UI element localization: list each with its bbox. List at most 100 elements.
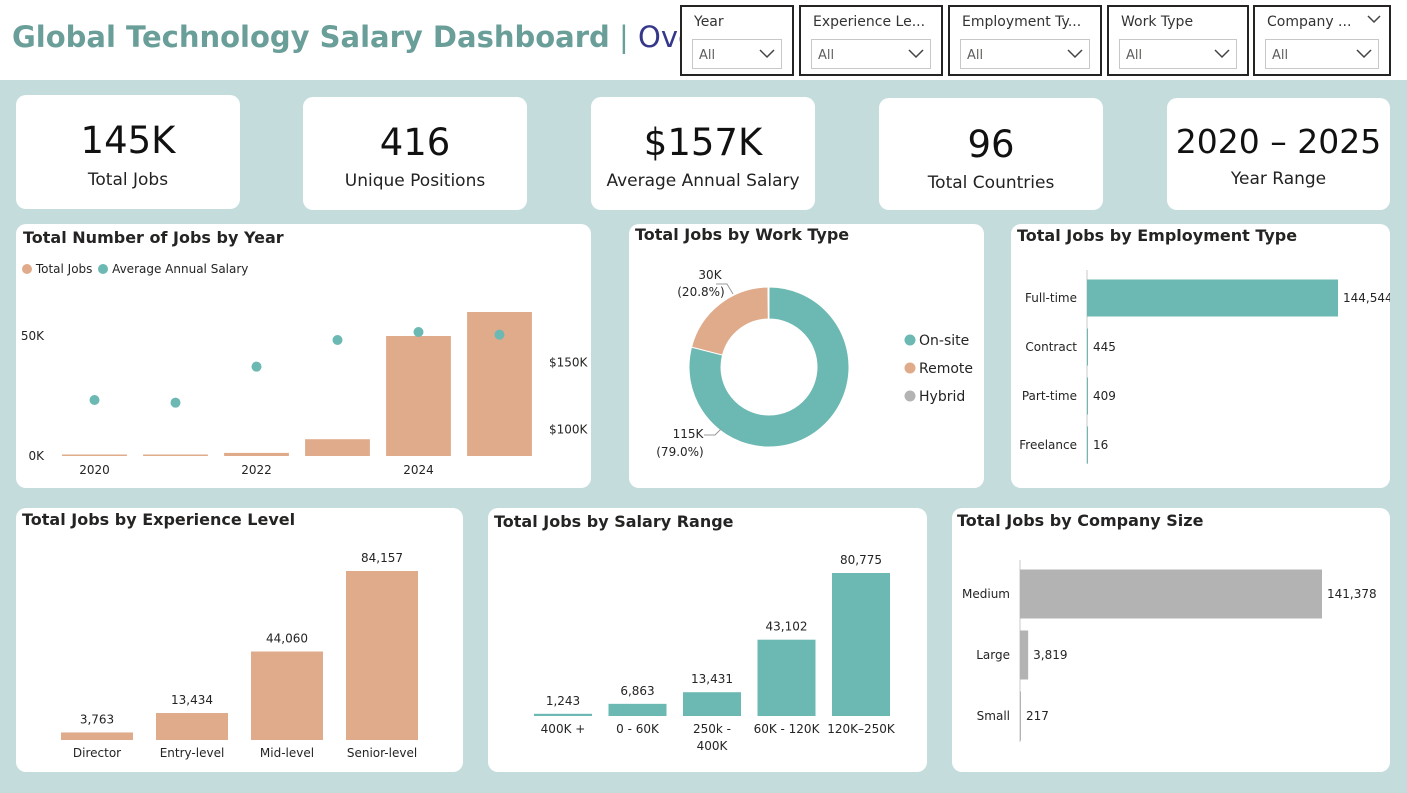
bar (534, 713, 592, 716)
slicer-company-size-dropdown[interactable]: All (1265, 39, 1379, 69)
data-label: 80,775 (840, 553, 882, 567)
category-label: Full-time (1025, 291, 1077, 305)
bar-total-jobs (224, 452, 289, 456)
category-label: Medium (962, 587, 1010, 601)
bar (61, 732, 133, 740)
bar (1020, 569, 1322, 619)
legend-dot-remote (904, 362, 916, 374)
kpi-average-salary: $157K Average Annual Salary (591, 97, 815, 210)
data-label: 6,863 (620, 684, 654, 698)
chevron-down-icon (1214, 49, 1230, 59)
bar (1020, 691, 1021, 741)
data-label: 13,431 (691, 672, 733, 686)
chart-jobs-by-employment-type-plot: Full-time 144,544 Contract 445 Part-time 409 F… (1019, 270, 1390, 464)
slicer-experience-value: All (818, 48, 835, 63)
kpi-total-jobs-label: Total Jobs (87, 170, 169, 190)
y-right-tick-label: $100K (549, 422, 589, 436)
point-avg-salary (494, 329, 505, 340)
chevron-down-icon (759, 49, 775, 59)
slicer-year-value: All (699, 48, 716, 63)
y-left-tick-label: 0K (28, 449, 45, 463)
chart-jobs-by-work-type-plot: 30K (20.8%) 115K (79.0%) On-site Remote Hybrid (656, 268, 973, 459)
bar-total-jobs (143, 454, 208, 456)
slicer-experience-label: Experience Le... (813, 14, 926, 30)
point-avg-salary (413, 327, 424, 337)
category-label: Small (977, 709, 1010, 723)
y-left-tick-label: 50K (21, 329, 45, 343)
kpi-year-range-label: Year Range (1230, 169, 1327, 189)
slicer-year-label: Year (694, 14, 724, 30)
x-tick-label: 2020 (79, 463, 110, 477)
kpi-year-range-value: 2020 – 2025 (1175, 122, 1382, 161)
data-label: 84,157 (361, 551, 403, 565)
slicer-employment[interactable]: Employment Ty... All (948, 5, 1102, 76)
kpi-unique-positions: 416 Unique Positions (303, 97, 527, 210)
chart-jobs-by-employment-type: Total Jobs by Employment Type Full-time 1… (1011, 224, 1390, 488)
legend-hybrid: Hybrid (919, 389, 965, 405)
point-avg-salary (251, 361, 262, 372)
x-tick-label: 2022 (241, 463, 272, 477)
data-label: 144,544 (1343, 291, 1390, 305)
bar-total-jobs (62, 454, 127, 456)
chart-jobs-by-salary-range: Total Jobs by Salary Range 1,243 400K +6,… (488, 508, 927, 772)
legend-dot-on-site (904, 334, 916, 346)
donut-leader-line (704, 428, 722, 436)
bar-total-jobs (305, 439, 370, 456)
chart-jobs-by-company-size-plot: Medium 141,378 Large 3,819 Small 217 (962, 560, 1377, 742)
data-label: 3,819 (1033, 648, 1067, 662)
slicer-company-size[interactable]: Company ... All (1253, 5, 1391, 76)
legend-on-site: On-site (919, 333, 969, 349)
kpi-unique-positions-label: Unique Positions (344, 171, 486, 191)
bar (1087, 279, 1338, 317)
chart-jobs-by-salary-range-plot: 1,243 400K + 6,863 0 - 60K 13,431 250k - 400K 4… (534, 553, 896, 753)
data-label: 1,243 (546, 694, 580, 708)
slicer-work-type-dropdown[interactable]: All (1119, 39, 1237, 69)
category-label: 60K - 120K (754, 722, 821, 736)
title-separator: | (619, 20, 629, 54)
category-label: 400K (697, 739, 729, 753)
slicer-year-dropdown[interactable]: All (692, 39, 782, 69)
chart-jobs-by-experience: Total Jobs by Experience Level 3,763 Dire… (16, 508, 463, 772)
chart-jobs-by-experience-plot: 3,763 Director 13,434 Entry-level 44,060 Mid-… (61, 551, 418, 760)
data-label: 44,060 (266, 632, 308, 646)
bar (346, 571, 418, 740)
donut-label-remote-pct: (20.8%) (677, 285, 724, 299)
slicer-year[interactable]: Year All (680, 5, 794, 76)
slicer-work-type[interactable]: Work Type All (1107, 5, 1249, 76)
data-label: 409 (1093, 389, 1116, 403)
donut-label-onsite-pct: (79.0%) (656, 445, 703, 459)
bar (1087, 426, 1088, 464)
title-main: Global Technology Salary Dashboard (12, 20, 610, 54)
bar (1087, 328, 1088, 366)
category-label: Contract (1025, 340, 1077, 354)
data-label: 16 (1093, 438, 1108, 452)
category-label: Senior-level (347, 746, 417, 760)
data-label: 3,763 (80, 712, 114, 726)
category-label: Entry-level (160, 746, 225, 760)
kpi-unique-positions-value: 416 (379, 121, 451, 164)
donut-label-onsite-value: 115K (673, 427, 705, 441)
slicer-employment-dropdown[interactable]: All (960, 39, 1090, 69)
donut-label-remote-value: 30K (698, 268, 722, 282)
bar (757, 639, 816, 716)
slicer-experience[interactable]: Experience Le... All (799, 5, 943, 76)
legend-remote: Remote (919, 361, 973, 377)
category-label: Part-time (1022, 389, 1077, 403)
bar (1087, 377, 1088, 415)
donut-slice-hybrid (767, 286, 770, 320)
slicer-experience-dropdown[interactable]: All (811, 39, 931, 69)
chart-jobs-by-company-size: Total Jobs by Company Size Medium 141,378… (952, 508, 1390, 772)
chevron-down-icon (1067, 49, 1083, 59)
category-label: 400K + (541, 722, 586, 736)
kpi-total-jobs: 145K Total Jobs (16, 95, 240, 209)
bar (251, 651, 323, 740)
bar-total-jobs (386, 336, 451, 456)
x-tick-label: 2024 (403, 463, 434, 477)
bar (1020, 630, 1029, 680)
slicer-company-size-value: All (1272, 48, 1289, 63)
slicer-work-type-value: All (1126, 48, 1143, 63)
category-label: 0 - 60K (616, 722, 660, 736)
kpi-total-countries: 96 Total Countries (879, 98, 1103, 210)
page-title: Global Technology Salary Dashboard | Ove… (12, 20, 775, 54)
chevron-down-icon[interactable] (1367, 15, 1381, 24)
